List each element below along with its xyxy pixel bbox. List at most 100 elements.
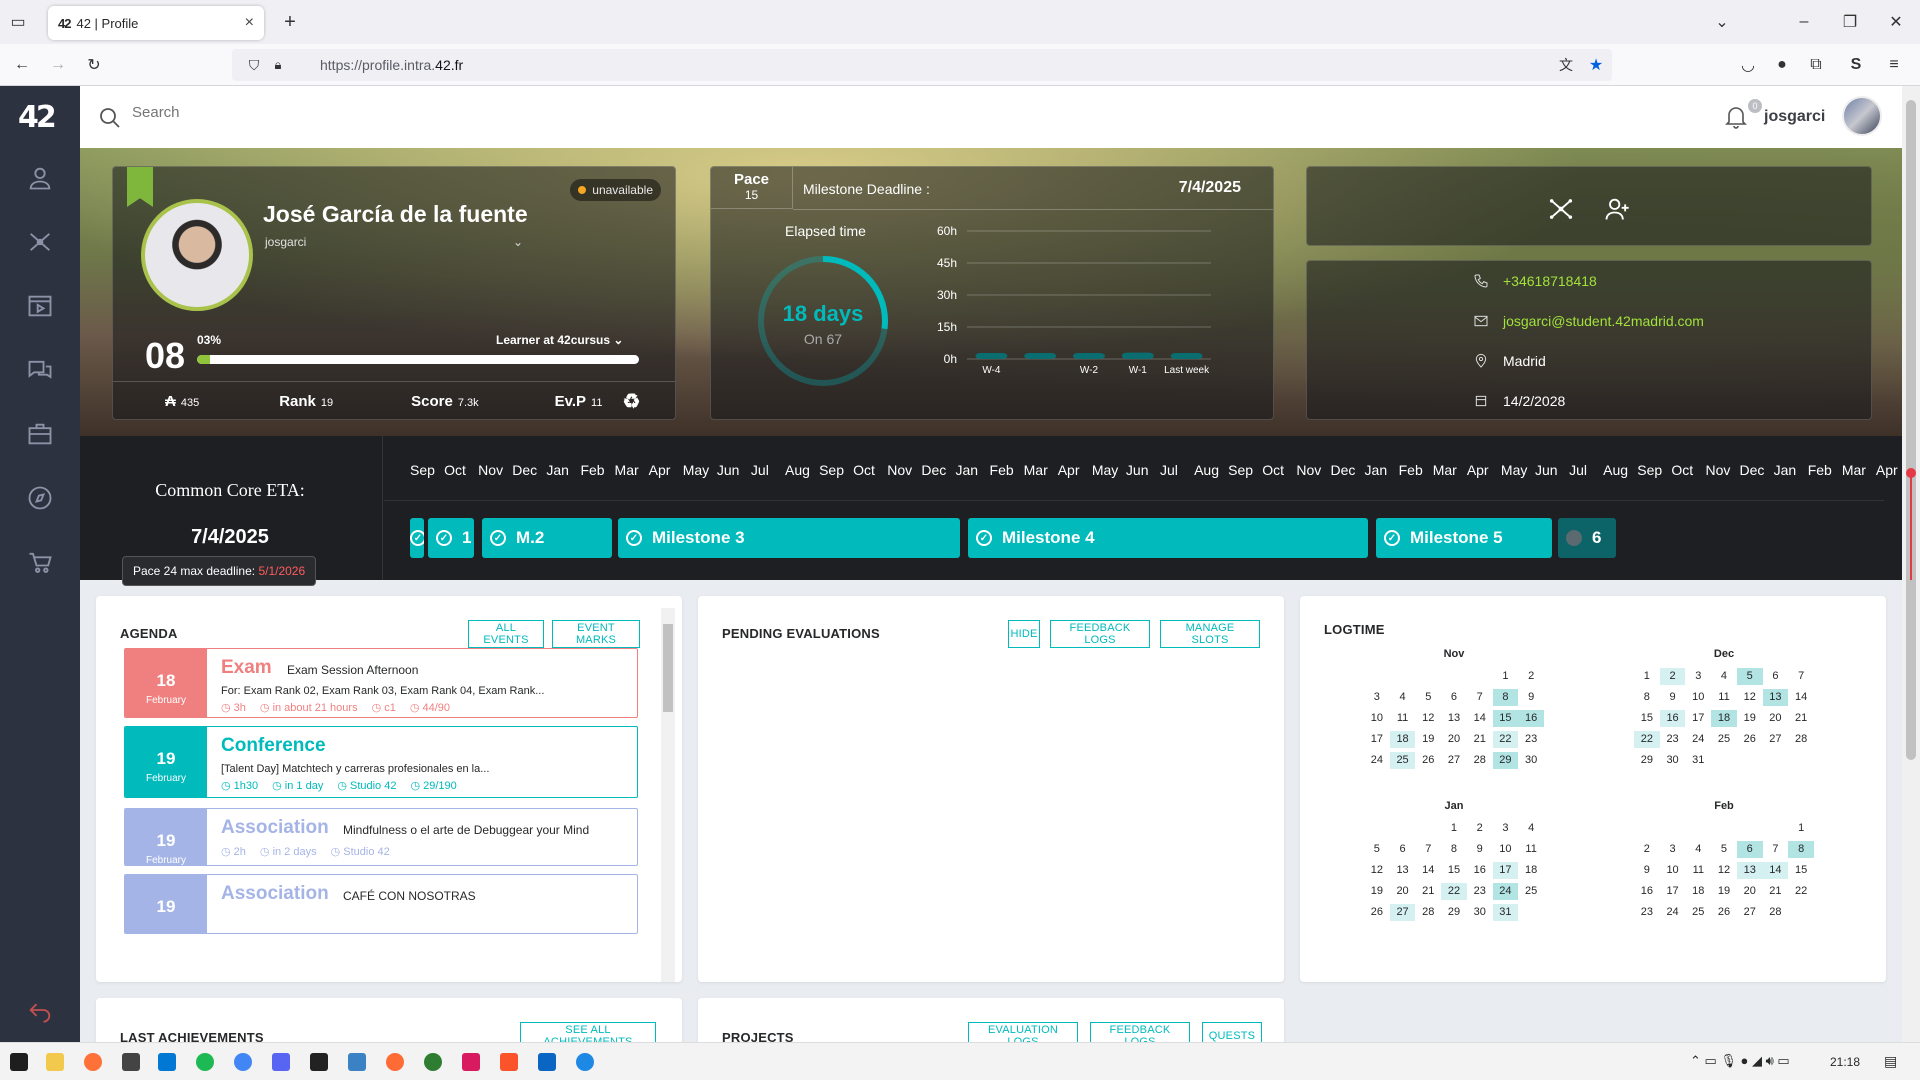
calendar-day[interactable]: 20	[1737, 883, 1763, 900]
milestone-block[interactable]: ✓ M.2	[482, 518, 612, 558]
calendar-day[interactable]: 14	[1415, 862, 1441, 879]
agenda-event[interactable]: 19 February Association Mindfulness o el ar…	[124, 808, 638, 866]
calendar-day[interactable]: 5	[1736, 668, 1763, 685]
calendar-day[interactable]: 28	[1788, 731, 1814, 748]
calendar-day[interactable]: 17	[1685, 710, 1711, 727]
vscode-icon[interactable]	[158, 1053, 176, 1071]
calendar-day[interactable]: 3	[1685, 668, 1711, 685]
calendar-day[interactable]: 25	[1685, 904, 1711, 921]
app-2-icon[interactable]	[348, 1053, 366, 1071]
calendar-day[interactable]: 19	[1364, 883, 1390, 900]
url-bar[interactable]: https://profile.intra. 42.fr	[232, 49, 1612, 81]
chart-bar[interactable]	[1121, 352, 1154, 359]
notification-center-icon[interactable]: ▤	[1884, 1053, 1897, 1070]
calendar-day[interactable]: 7	[1467, 689, 1493, 706]
calendar-day[interactable]: 31	[1685, 752, 1711, 769]
calendar-day[interactable]: 1	[1634, 668, 1660, 685]
calendar-day[interactable]: 26	[1711, 904, 1737, 921]
menu-icon[interactable]: ≡	[1884, 55, 1904, 75]
shield-icon[interactable]: ⛉	[244, 55, 264, 75]
calendar-day[interactable]: 12	[1711, 862, 1737, 879]
calendar-day[interactable]: 17	[1364, 731, 1390, 748]
calendar-day[interactable]: 11	[1390, 710, 1416, 727]
app-5-icon[interactable]	[462, 1053, 480, 1071]
new-tab-icon[interactable]: +	[280, 11, 300, 33]
calendar-day[interactable]: 18	[1685, 883, 1711, 900]
calendar-day[interactable]: 9	[1518, 689, 1544, 706]
file-explorer-icon[interactable]	[46, 1053, 64, 1071]
calendar-day[interactable]: 16	[1634, 883, 1660, 900]
calendar-day[interactable]: 27	[1389, 904, 1416, 921]
phone-link[interactable]: +34618718418	[1503, 273, 1597, 289]
header-avatar[interactable]	[1842, 96, 1882, 136]
calendar-day[interactable]: 21	[1467, 731, 1493, 748]
manage-slots-button[interactable]: MANAGE SLOTS	[1160, 620, 1260, 648]
calendar-day[interactable]: 6	[1763, 668, 1789, 685]
profile-icon[interactable]	[22, 160, 58, 196]
search-icon[interactable]	[98, 106, 122, 130]
back-icon[interactable]: ←	[12, 55, 32, 75]
calendar-day[interactable]: 22	[1634, 731, 1660, 748]
calendar-day[interactable]: 18	[1389, 731, 1416, 748]
calendar-day[interactable]: 3	[1493, 820, 1519, 837]
calendar-day[interactable]: 30	[1467, 904, 1493, 921]
calendar-day[interactable]: 22	[1492, 731, 1519, 748]
header-user-login[interactable]: josgarci	[1764, 108, 1825, 126]
calendar-day[interactable]: 28	[1763, 904, 1789, 921]
calendar-day[interactable]: 2	[1634, 841, 1660, 858]
calendar-day[interactable]: 15	[1492, 710, 1519, 727]
milestone-block[interactable]: ✓	[410, 518, 424, 558]
event-marks-button[interactable]: EVENT MARKS	[552, 620, 640, 648]
calendar-day[interactable]: 20	[1390, 883, 1416, 900]
calendar-day[interactable]: 25	[1389, 752, 1416, 769]
calendar-day[interactable]: 18	[1518, 862, 1544, 879]
account-icon[interactable]: ●	[1772, 55, 1792, 75]
calendar-day[interactable]: 31	[1492, 904, 1519, 921]
extensions-icon[interactable]: ⧉	[1806, 55, 1826, 75]
milestone-block[interactable]: ✓ Milestone 5	[1376, 518, 1552, 558]
calendar-day[interactable]: 23	[1467, 883, 1493, 900]
calendar-day[interactable]: 25	[1711, 731, 1737, 748]
chart-bar[interactable]	[975, 353, 1008, 359]
calendar-day[interactable]: 21	[1788, 710, 1814, 727]
app-6-icon[interactable]	[538, 1053, 556, 1071]
coalition-flag-icon[interactable]	[127, 167, 153, 207]
calendar-day[interactable]: 4	[1711, 668, 1737, 685]
calendar-day[interactable]: 13	[1736, 862, 1763, 879]
calendar-day[interactable]: 5	[1415, 689, 1441, 706]
windows-start-icon[interactable]	[10, 1053, 28, 1071]
recycle-icon[interactable]: ♻	[622, 389, 640, 414]
chart-bar[interactable]	[1170, 353, 1203, 359]
spotify-icon[interactable]	[196, 1053, 214, 1071]
page-scrollbar-thumb[interactable]	[1906, 100, 1916, 760]
calendar-day[interactable]: 10	[1660, 862, 1686, 879]
calendar-day[interactable]: 30	[1660, 752, 1686, 769]
calendar-day[interactable]: 7	[1415, 841, 1441, 858]
cursus-select[interactable]: Learner at 42cursus ⌄	[496, 333, 623, 347]
calendar-day[interactable]: 12	[1737, 689, 1763, 706]
list-all-tabs-icon[interactable]: ⌄	[1712, 12, 1732, 32]
calendar-day[interactable]: 5	[1364, 841, 1390, 858]
calendar-day[interactable]: 19	[1415, 731, 1441, 748]
feedback-logs-button[interactable]: FEEDBACK LOGS	[1050, 620, 1150, 648]
email-link[interactable]: josgarci@student.42madrid.com	[1503, 313, 1704, 329]
calendar-day[interactable]: 9	[1467, 841, 1493, 858]
calendar-day[interactable]: 13	[1390, 862, 1416, 879]
calendar-day[interactable]: 3	[1660, 841, 1686, 858]
calendar-day[interactable]: 1	[1493, 668, 1519, 685]
calendar-day[interactable]: 27	[1737, 904, 1763, 921]
calendar-day[interactable]: 4	[1390, 689, 1416, 706]
calendar-day[interactable]: 26	[1364, 904, 1390, 921]
restore-icon[interactable]: ❐	[1840, 12, 1860, 32]
forum-icon[interactable]	[22, 352, 58, 388]
pocket-icon[interactable]: ◡	[1738, 55, 1758, 75]
agenda-event[interactable]: 19 February Conference [Talent Day] Matchte…	[124, 726, 638, 798]
system-tray-icons[interactable]: ⌃ ▭ 🎙︎ ● ◢ 🔊︎ ▭	[1690, 1053, 1790, 1069]
calendar-day[interactable]: 11	[1711, 689, 1737, 706]
lock-icon[interactable]: 🔒︎	[268, 55, 288, 75]
calendar-day[interactable]: 29	[1634, 752, 1660, 769]
agenda-event[interactable]: 18 February Exam Exam Session Afternoon For:…	[124, 648, 638, 718]
reload-icon[interactable]: ↻	[84, 55, 104, 75]
firefox-icon[interactable]	[84, 1053, 102, 1071]
add-friend-icon[interactable]	[1603, 195, 1631, 223]
